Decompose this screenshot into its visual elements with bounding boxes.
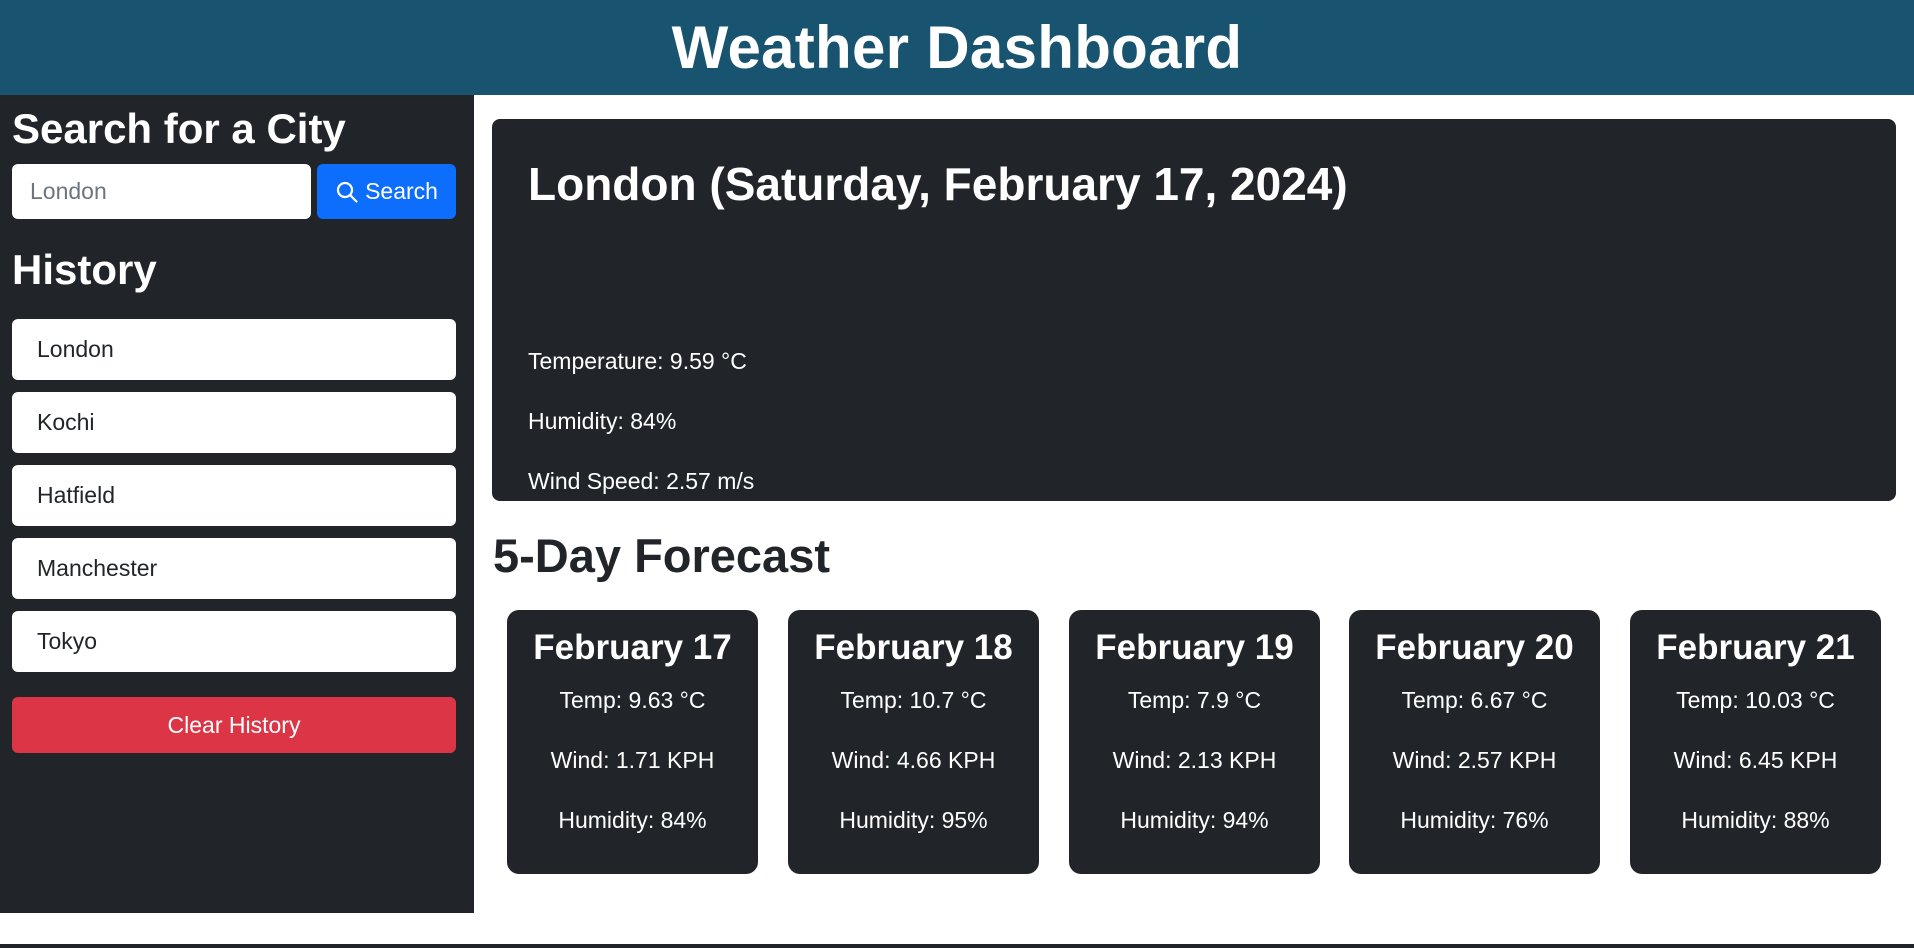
current-humidity: Humidity: 84% xyxy=(528,408,677,434)
forecast-wind: Wind: 1.71 KPH xyxy=(550,747,715,773)
forecast-wind: Wind: 6.45 KPH xyxy=(1673,747,1838,773)
search-icon xyxy=(336,181,358,203)
current-weather-title: London (Saturday, February 17, 2024) xyxy=(528,158,1348,210)
search-title: Search for a City xyxy=(12,105,346,152)
forecast-humidity: Humidity: 88% xyxy=(1681,807,1830,833)
forecast-card: February 17 Temp: 9.63 °C Wind: 1.71 KPH… xyxy=(507,610,758,874)
forecast-card: February 21 Temp: 10.03 °C Wind: 6.45 KP… xyxy=(1630,610,1881,874)
clear-history-button[interactable]: Clear History xyxy=(12,697,456,753)
history-item-kochi[interactable]: Kochi xyxy=(12,392,456,453)
forecast-date: February 19 xyxy=(1095,628,1294,667)
forecast-humidity: Humidity: 94% xyxy=(1120,807,1269,833)
search-button[interactable]: Search xyxy=(317,164,456,219)
forecast-wind: Wind: 4.66 KPH xyxy=(831,747,996,773)
history-item-london[interactable]: London xyxy=(12,319,456,380)
forecast-temp: Temp: 6.67 °C xyxy=(1401,687,1548,713)
history-item-manchester[interactable]: Manchester xyxy=(12,538,456,599)
history-item-hatfield[interactable]: Hatfield xyxy=(12,465,456,526)
current-temperature: Temperature: 9.59 °C xyxy=(528,348,747,374)
search-button-label: Search xyxy=(365,178,438,204)
forecast-card: February 20 Temp: 6.67 °C Wind: 2.57 KPH… xyxy=(1349,610,1600,874)
sidebar: Search for a City Search History London … xyxy=(0,95,474,913)
history-title: History xyxy=(12,246,157,293)
current-wind-speed: Wind Speed: 2.57 m/s xyxy=(528,468,755,494)
forecast-temp: Temp: 9.63 °C xyxy=(559,687,706,713)
forecast-date: February 20 xyxy=(1375,628,1574,667)
forecast-humidity: Humidity: 95% xyxy=(839,807,988,833)
forecast-humidity: Humidity: 84% xyxy=(558,807,707,833)
search-input[interactable] xyxy=(12,164,311,219)
footer-divider xyxy=(0,944,1914,948)
page-title: Weather Dashboard xyxy=(671,14,1243,81)
forecast-temp: Temp: 7.9 °C xyxy=(1127,687,1262,713)
history-item-tokyo[interactable]: Tokyo xyxy=(12,611,456,672)
forecast-wind: Wind: 2.57 KPH xyxy=(1392,747,1557,773)
app-header: Weather Dashboard xyxy=(0,0,1914,95)
forecast-card: February 19 Temp: 7.9 °C Wind: 2.13 KPH … xyxy=(1069,610,1320,874)
forecast-date: February 21 xyxy=(1656,628,1855,667)
forecast-wind: Wind: 2.13 KPH xyxy=(1112,747,1277,773)
forecast-date: February 18 xyxy=(814,628,1013,667)
forecast-card: February 18 Temp: 10.7 °C Wind: 4.66 KPH… xyxy=(788,610,1039,874)
current-weather-card: London (Saturday, February 17, 2024) Tem… xyxy=(492,119,1896,554)
forecast-temp: Temp: 10.7 °C xyxy=(840,687,987,713)
forecast-title: 5-Day Forecast xyxy=(493,529,830,582)
forecast-temp: Temp: 10.03 °C xyxy=(1676,687,1835,713)
forecast-humidity: Humidity: 76% xyxy=(1400,807,1549,833)
forecast-date: February 17 xyxy=(533,628,732,667)
